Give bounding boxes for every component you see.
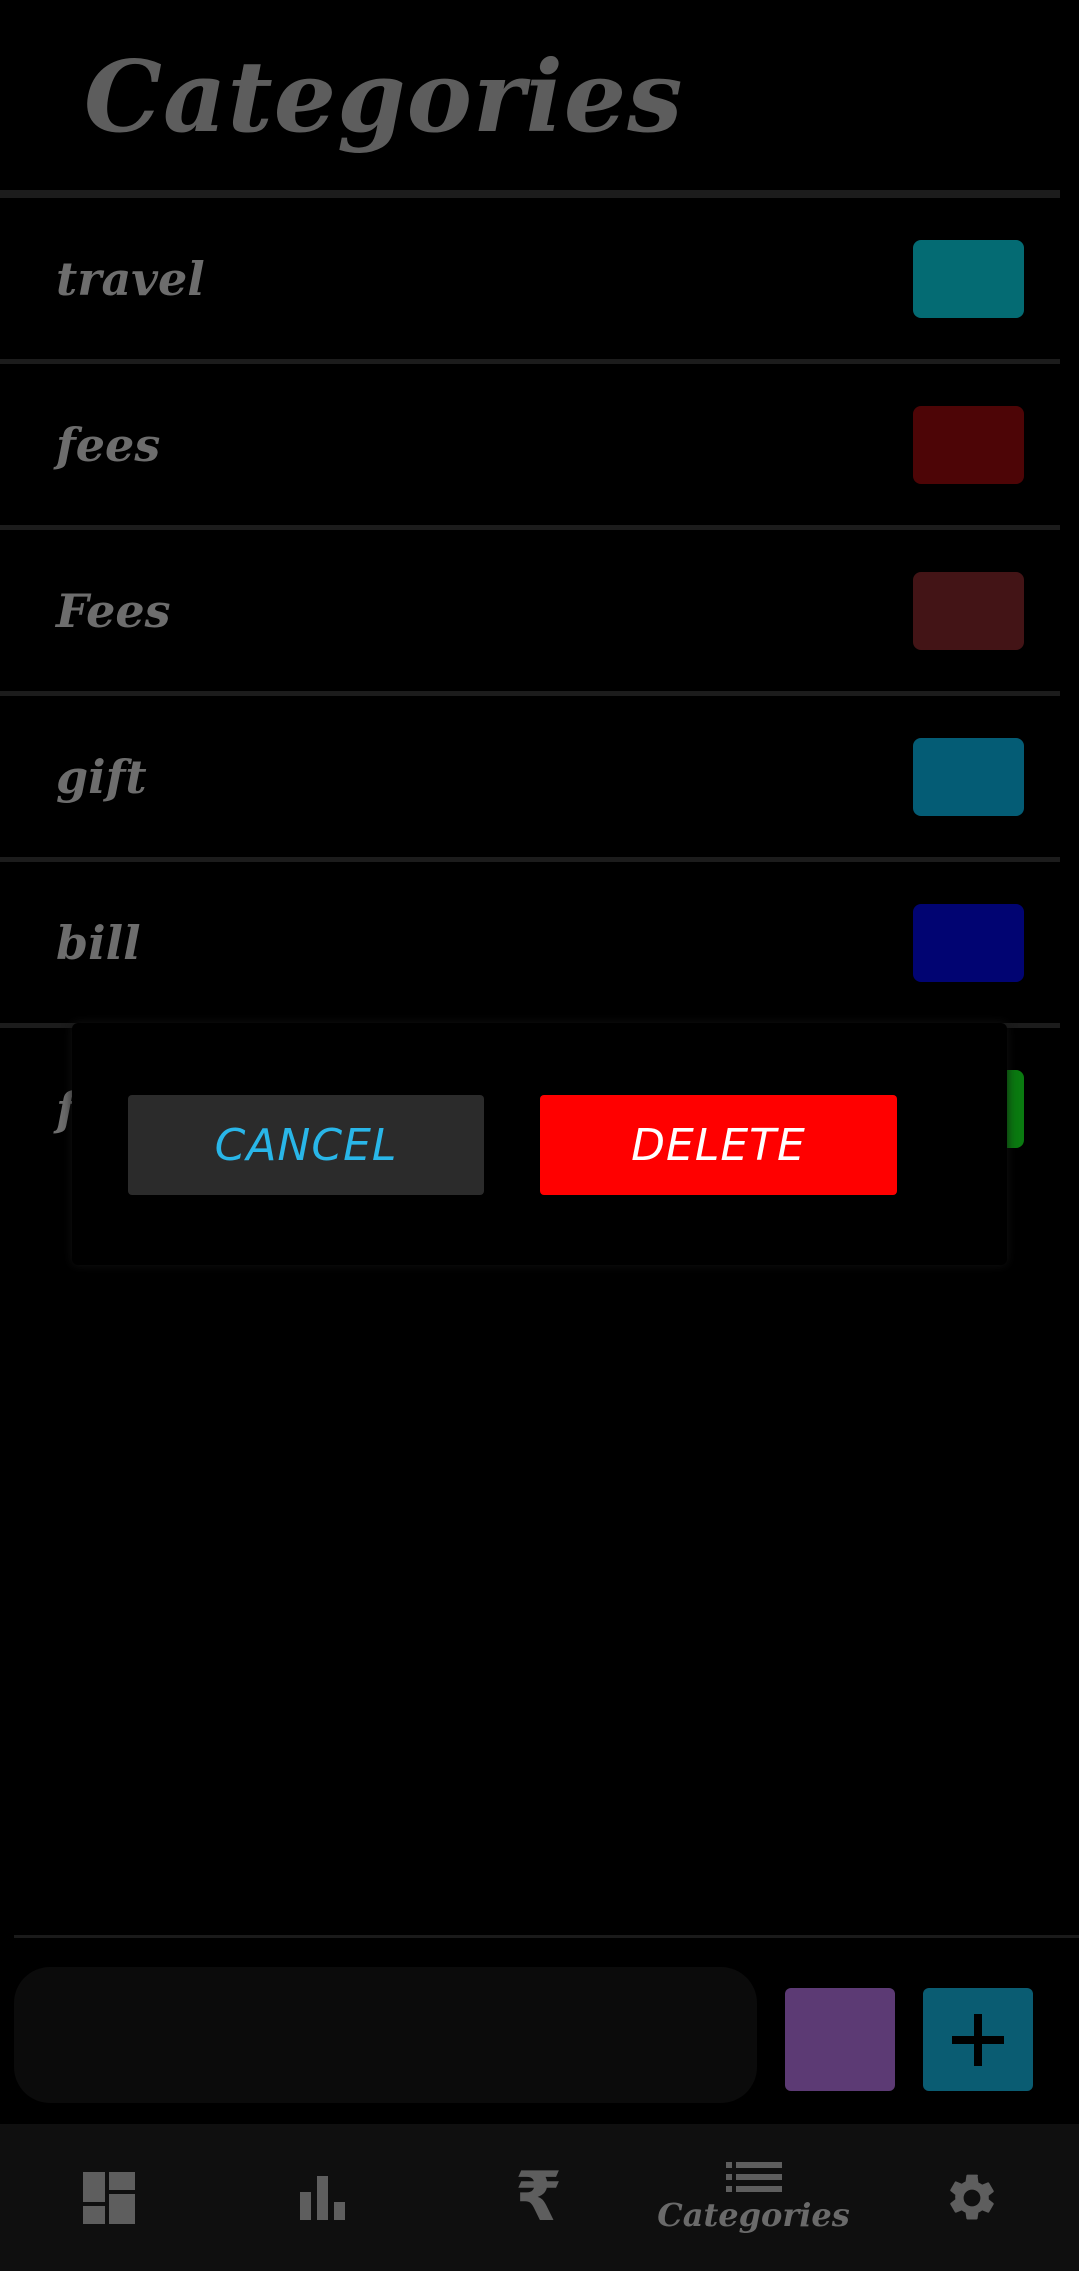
category-row-bill[interactable]: bill	[0, 857, 1060, 1023]
plus-icon	[952, 2013, 1004, 2066]
category-row-fees[interactable]: fees	[0, 359, 1060, 525]
delete-button[interactable]: DELETE	[540, 1095, 897, 1195]
category-color-swatch[interactable]	[913, 405, 1024, 484]
category-name: fees	[56, 417, 161, 472]
dashboard-icon	[82, 2171, 135, 2224]
category-color-swatch[interactable]	[913, 239, 1024, 318]
gear-icon	[949, 2174, 994, 2219]
delete-confirm-dialog: CANCEL DELETE	[72, 1023, 1007, 1265]
new-category-color-picker[interactable]	[785, 1988, 895, 2091]
nav-transactions[interactable]: ₹	[431, 2124, 646, 2271]
category-name: Fees	[56, 583, 171, 638]
list-icon	[725, 2161, 782, 2192]
add-category-button[interactable]	[923, 1988, 1033, 2091]
category-row-fees-2[interactable]: Fees	[0, 525, 1060, 691]
nav-categories[interactable]: Categories	[646, 2124, 861, 2271]
rupee-icon: ₹	[514, 2157, 563, 2237]
nav-dashboard[interactable]	[1, 2124, 216, 2271]
new-category-input[interactable]	[14, 1967, 757, 2103]
nav-settings[interactable]	[864, 2124, 1079, 2271]
bar-chart-icon	[299, 2175, 345, 2220]
category-name: travel	[56, 251, 205, 306]
category-row-gift[interactable]: gift	[0, 691, 1060, 857]
category-name: bill	[56, 915, 141, 970]
category-color-swatch[interactable]	[913, 903, 1024, 982]
category-color-swatch[interactable]	[913, 571, 1024, 650]
input-divider	[14, 1935, 1079, 1938]
category-row-travel[interactable]: travel	[0, 193, 1060, 359]
nav-statistics[interactable]	[216, 2124, 431, 2271]
bottom-navigation: ₹ Categories	[0, 2124, 1079, 2271]
page-title: Categories	[84, 40, 684, 155]
category-name: gift	[56, 749, 147, 804]
category-color-swatch[interactable]	[913, 737, 1024, 816]
nav-label-categories: Categories	[657, 2195, 850, 2234]
cancel-button[interactable]: CANCEL	[128, 1095, 484, 1195]
